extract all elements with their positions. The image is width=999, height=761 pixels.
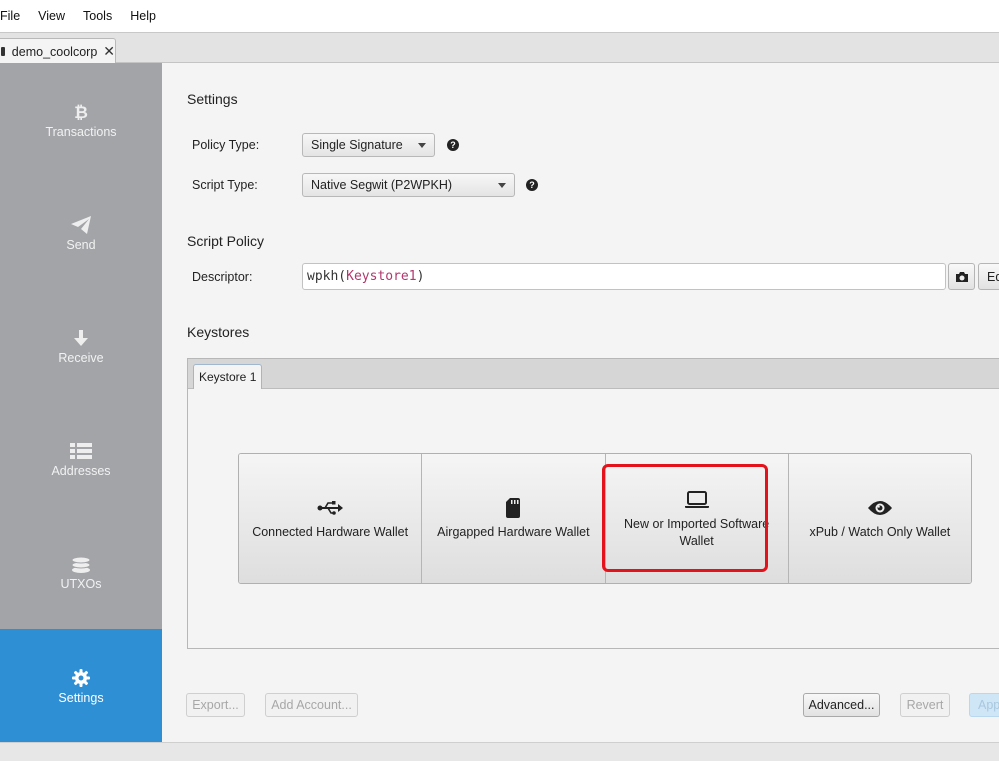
keystore-tab-header: Keystore 1 <box>188 359 999 389</box>
sidebar-item-settings[interactable]: Settings <box>0 629 162 742</box>
sidebar-item-transactions[interactable]: ₿ Transactions <box>0 63 162 176</box>
policy-type-value: Single Signature <box>311 138 403 152</box>
arrow-down-icon <box>72 327 90 349</box>
laptop-icon <box>684 488 709 512</box>
usb-icon <box>317 496 344 520</box>
list-icon <box>70 440 92 462</box>
sidebar-item-receive[interactable]: Receive <box>0 289 162 402</box>
script-policy-title: Script Policy <box>187 233 265 249</box>
connected-hardware-wallet-button[interactable]: Connected Hardware Wallet <box>239 454 423 583</box>
settings-title: Settings <box>187 91 238 107</box>
wallet-tab-label: demo_coolcorp <box>11 44 98 59</box>
sidebar-item-label: Settings <box>58 690 104 705</box>
chevron-down-icon <box>418 143 426 148</box>
close-icon[interactable]: ✕ <box>103 43 115 60</box>
help-icon[interactable]: ? <box>447 139 459 151</box>
paper-plane-icon <box>70 214 92 236</box>
chevron-down-icon <box>498 183 506 188</box>
sidebar-item-label: UTXOs <box>60 576 102 591</box>
help-icon[interactable]: ? <box>526 179 538 191</box>
sidebar-item-addresses[interactable]: Addresses <box>0 402 162 515</box>
eye-icon <box>867 496 892 520</box>
sidebar-item-label: Transactions <box>45 124 117 139</box>
descriptor-prefix: wpkh( <box>307 269 347 284</box>
keystores-title: Keystores <box>187 324 250 340</box>
menu-file[interactable]: File <box>0 9 29 23</box>
watch-only-wallet-button[interactable]: xPub / Watch Only Wallet <box>788 454 971 583</box>
sidebar-item-send[interactable]: Send <box>0 176 162 289</box>
scan-qr-button[interactable] <box>948 263 975 290</box>
airgapped-hardware-wallet-button[interactable]: Airgapped Hardware Wallet <box>422 454 606 583</box>
wallet-tab[interactable]: demo_coolcorp ✕ <box>0 38 116 64</box>
bitcoin-icon: ₿ <box>74 101 88 123</box>
edit-descriptor-button[interactable]: Ed <box>978 263 999 290</box>
script-type-label: Script Type: <box>192 178 258 192</box>
descriptor-label: Descriptor: <box>192 270 253 284</box>
wallet-type-options: Connected Hardware Wallet Airgapped Hard… <box>238 453 972 584</box>
wallet-option-label: Airgapped Hardware Wallet <box>437 525 590 539</box>
gear-icon <box>71 667 91 689</box>
sidebar: ₿ Transactions Send Receive Addresses UT… <box>0 63 162 742</box>
menu-help[interactable]: Help <box>121 9 165 23</box>
tab-keystore-1[interactable]: Keystore 1 <box>193 364 263 389</box>
add-account-button[interactable]: Add Account... <box>265 693 358 717</box>
settings-panel: Settings Policy Type: Single Signature ?… <box>162 63 999 742</box>
wallet-tab-strip: demo_coolcorp ✕ <box>0 32 999 64</box>
keystore-pane: Keystore 1 Connected Hardware Wallet Air… <box>187 358 999 649</box>
sidebar-item-label: Receive <box>58 350 104 365</box>
apply-button[interactable]: App <box>969 693 999 717</box>
software-wallet-button[interactable]: New or Imported Software Wallet <box>605 454 789 583</box>
policy-type-label: Policy Type: <box>192 138 260 152</box>
camera-icon <box>955 271 968 282</box>
export-button[interactable]: Export... <box>186 693 245 717</box>
wallet-file-icon <box>1 47 5 56</box>
advanced-button[interactable]: Advanced... <box>803 693 880 717</box>
coins-icon <box>70 553 92 575</box>
wallet-option-label: Connected Hardware Wallet <box>252 525 409 539</box>
menu-tools[interactable]: Tools <box>74 9 121 23</box>
sidebar-item-label: Send <box>66 237 96 252</box>
menu-bar: File View Tools Help <box>0 0 999 32</box>
svg-text:₿: ₿ <box>74 103 88 122</box>
sidebar-item-label: Addresses <box>51 463 111 478</box>
revert-button[interactable]: Revert <box>900 693 950 717</box>
descriptor-input[interactable]: wpkh(Keystore1) <box>302 263 946 290</box>
policy-type-select[interactable]: Single Signature <box>302 133 435 157</box>
script-type-select[interactable]: Native Segwit (P2WPKH) <box>302 173 515 197</box>
sd-card-icon <box>506 496 521 520</box>
status-bar <box>0 742 999 761</box>
wallet-option-label: xPub / Watch Only Wallet <box>809 525 951 539</box>
descriptor-suffix: ) <box>416 269 425 284</box>
wallet-option-label: New or Imported Software Wallet <box>624 516 770 548</box>
menu-view[interactable]: View <box>29 9 74 23</box>
sidebar-item-utxos[interactable]: UTXOs <box>0 515 162 628</box>
script-type-value: Native Segwit (P2WPKH) <box>311 178 453 192</box>
descriptor-keystore: Keystore1 <box>346 269 417 284</box>
